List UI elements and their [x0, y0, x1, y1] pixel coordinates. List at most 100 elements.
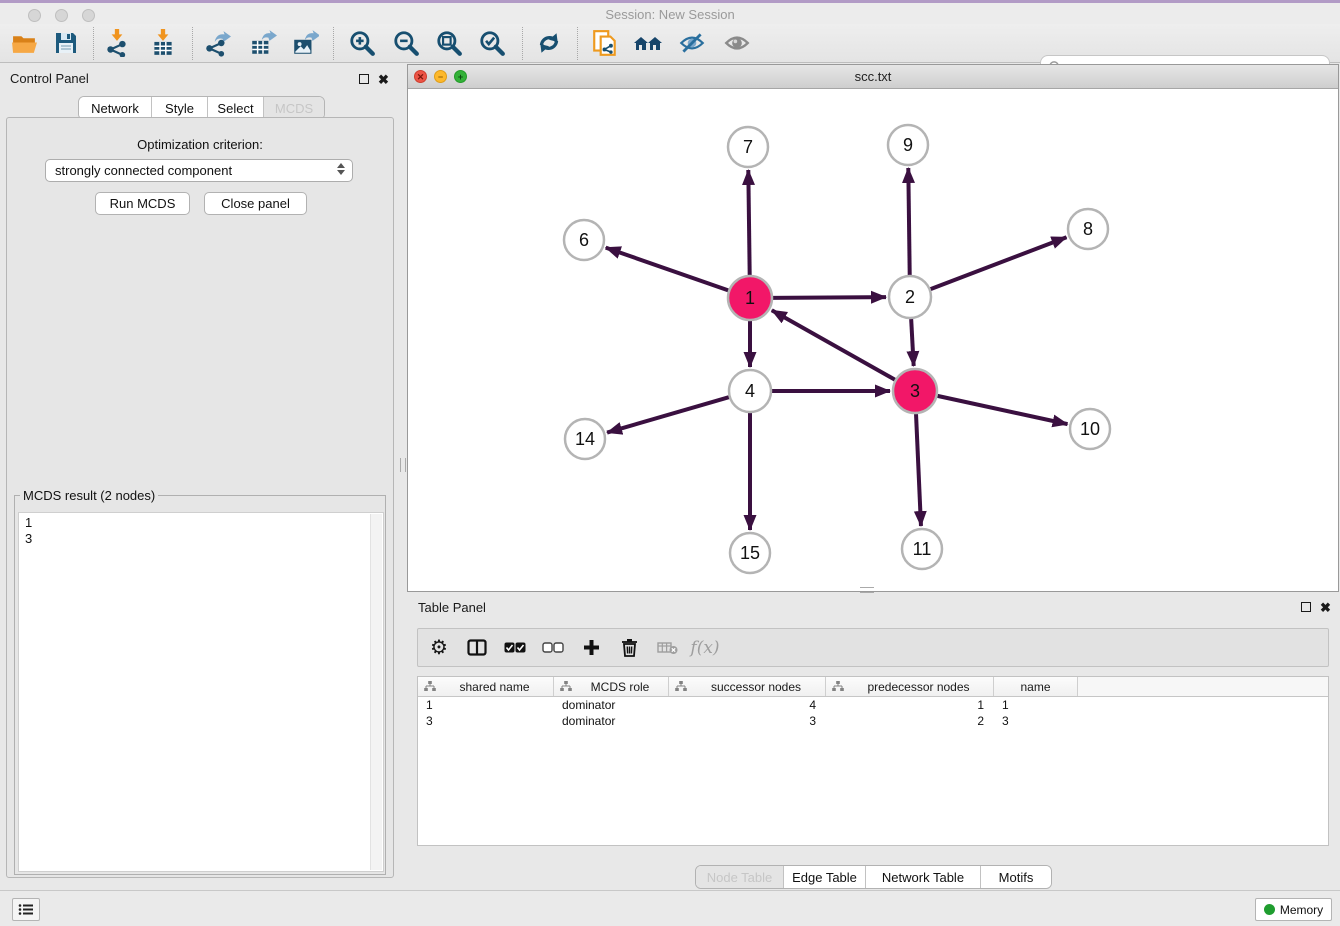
cell-predecessor-nodes[interactable]: 1 — [826, 698, 994, 712]
mcds-result-area[interactable]: 1 3 — [18, 512, 384, 872]
edge-3-11[interactable] — [916, 414, 921, 526]
toolbar-separator — [333, 27, 335, 60]
memory-button[interactable]: Memory — [1255, 898, 1332, 921]
cell-name[interactable]: 3 — [994, 714, 1078, 728]
split-columns-icon[interactable] — [458, 633, 496, 663]
cell-name[interactable]: 1 — [994, 698, 1078, 712]
deselect-checkboxes-icon[interactable] — [534, 633, 572, 663]
main-titlebar: Session: New Session — [0, 0, 1340, 24]
edge-3-10[interactable] — [937, 396, 1067, 424]
memory-status-icon — [1264, 904, 1275, 915]
graph-node-label-1: 1 — [745, 288, 755, 308]
graph-node-label-11: 11 — [913, 539, 932, 559]
delete-column-icon — [648, 633, 686, 663]
tab-network-table[interactable]: Network Table — [866, 866, 981, 888]
network-canvas[interactable]: 1234678910111415 — [408, 89, 1338, 591]
edge-4-14[interactable] — [607, 397, 729, 432]
column-header-successor-nodes[interactable]: successor nodes — [669, 677, 826, 696]
mcds-result-title: MCDS result (2 nodes) — [20, 488, 158, 503]
table-toolbar: ⚙ f(x) — [417, 628, 1329, 667]
close-panel-button[interactable]: Close panel — [204, 192, 307, 215]
toolbar-separator — [522, 27, 524, 60]
table-settings-icon[interactable]: ⚙ — [420, 633, 458, 663]
tab-style[interactable]: Style — [152, 97, 208, 119]
cell-shared-name[interactable]: 3 — [418, 714, 554, 728]
cell-successor-nodes[interactable]: 4 — [669, 698, 826, 712]
table-body: 1dominator4113dominator323 — [418, 697, 1328, 729]
column-header-shared-name[interactable]: shared name — [418, 677, 554, 696]
edge-1-6[interactable] — [606, 248, 729, 291]
tab-edge-table[interactable]: Edge Table — [784, 866, 866, 888]
run-mcds-button[interactable]: Run MCDS — [95, 192, 190, 215]
edge-2-8[interactable] — [931, 237, 1067, 289]
table-header-row: shared nameMCDS rolesuccessor nodesprede… — [418, 677, 1328, 697]
optimization-criterion-label: Optimization criterion: — [7, 137, 393, 152]
memory-button-label: Memory — [1280, 903, 1323, 917]
select-all-checkboxes-icon[interactable] — [496, 633, 534, 663]
show-all-eye-icon[interactable] — [722, 28, 752, 58]
add-row-icon[interactable] — [572, 633, 610, 663]
column-header-predecessor-nodes[interactable]: predecessor nodes — [826, 677, 994, 696]
tab-node-table[interactable]: Node Table — [696, 866, 784, 888]
graph-node-label-4: 4 — [745, 381, 755, 401]
import-network-icon[interactable] — [102, 28, 132, 58]
column-header-name[interactable]: name — [994, 677, 1078, 696]
table-panel-float-icon[interactable] — [1301, 602, 1311, 612]
cell-shared-name[interactable]: 1 — [418, 698, 554, 712]
panel-splitter-grip[interactable] — [400, 458, 406, 472]
network-window-titlebar[interactable]: ✕ − + scc.txt — [408, 65, 1338, 89]
dropdown-stepper-icon — [337, 163, 345, 175]
zoom-in-icon[interactable] — [347, 28, 377, 58]
table-panel-close-icon[interactable]: ✖ — [1320, 602, 1331, 614]
network-file-icon[interactable] — [590, 28, 620, 58]
tab-select[interactable]: Select — [208, 97, 264, 119]
cell-MCDS-role[interactable]: dominator — [554, 714, 669, 728]
hide-selected-eye-icon[interactable] — [677, 28, 707, 58]
table-row[interactable]: 3dominator323 — [418, 713, 1328, 729]
mcds-result-text: 1 3 — [25, 515, 32, 547]
horizontal-splitter-grip[interactable] — [860, 587, 874, 593]
graph-node-label-7: 7 — [743, 137, 753, 157]
result-scrollbar[interactable] — [370, 514, 382, 870]
export-network-icon[interactable] — [202, 28, 232, 58]
edge-1-7[interactable] — [748, 170, 749, 275]
cell-MCDS-role[interactable]: dominator — [554, 698, 669, 712]
app-window: Session: New Session — [0, 0, 1340, 926]
open-file-icon[interactable] — [9, 28, 39, 58]
delete-rows-icon[interactable] — [610, 633, 648, 663]
graph-node-label-15: 15 — [740, 543, 760, 563]
export-table-icon[interactable] — [248, 28, 278, 58]
network-canvas-svg: 1234678910111415 — [408, 89, 1338, 591]
graph-node-label-6: 6 — [579, 230, 589, 250]
zoom-fit-icon[interactable] — [434, 28, 464, 58]
edge-3-1[interactable] — [772, 310, 895, 379]
column-header-MCDS-role[interactable]: MCDS role — [554, 677, 669, 696]
edge-1-2[interactable] — [773, 297, 886, 298]
import-table-icon[interactable] — [148, 28, 178, 58]
node-table[interactable]: shared nameMCDS rolesuccessor nodesprede… — [417, 676, 1329, 846]
table-panel-tabs: Node TableEdge TableNetwork TableMotifs — [695, 865, 1052, 889]
save-session-icon[interactable] — [51, 28, 81, 58]
tab-motifs[interactable]: Motifs — [981, 866, 1051, 888]
cell-predecessor-nodes[interactable]: 2 — [826, 714, 994, 728]
home-icon[interactable] — [633, 28, 663, 58]
tab-mcds[interactable]: MCDS — [264, 97, 324, 119]
export-image-icon[interactable] — [290, 28, 320, 58]
mcds-panel: Optimization criterion: strongly connect… — [6, 117, 394, 878]
toolbar-separator — [577, 27, 579, 60]
criterion-dropdown[interactable]: strongly connected component — [45, 159, 353, 182]
edge-2-3[interactable] — [911, 319, 914, 366]
function-builder-icon: f(x) — [686, 633, 724, 663]
control-panel-close-icon[interactable]: ✖ — [378, 74, 389, 86]
zoom-selected-icon[interactable] — [477, 28, 507, 58]
tab-network[interactable]: Network — [79, 97, 152, 119]
network-window-title: scc.txt — [408, 69, 1338, 84]
control-panel-float-icon[interactable] — [359, 74, 369, 84]
zoom-out-icon[interactable] — [391, 28, 421, 58]
control-panel-title: Control Panel — [10, 71, 89, 86]
table-row[interactable]: 1dominator411 — [418, 697, 1328, 713]
task-history-button[interactable] — [12, 898, 40, 921]
cell-successor-nodes[interactable]: 3 — [669, 714, 826, 728]
edge-2-9[interactable] — [908, 168, 909, 275]
refresh-layout-icon[interactable] — [534, 28, 564, 58]
